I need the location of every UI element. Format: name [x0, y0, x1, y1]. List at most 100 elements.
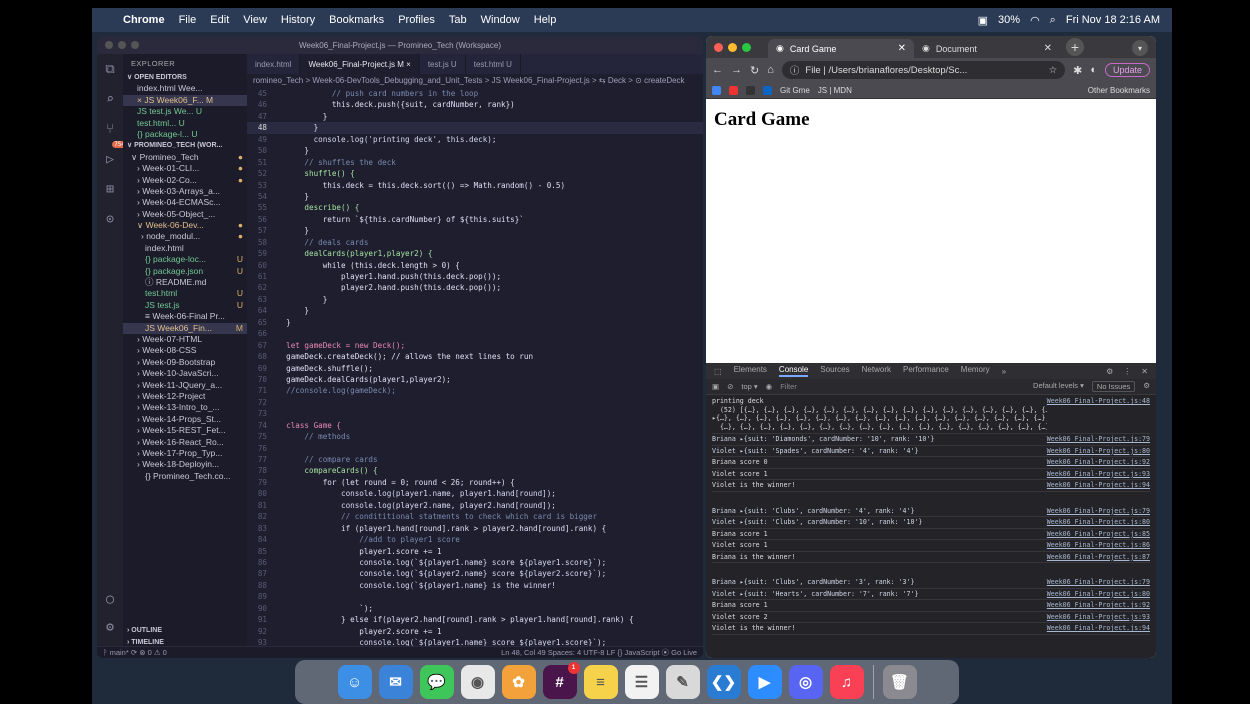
console-source-link[interactable]: Week06_Final-Project.js:94 [1047, 624, 1150, 632]
spotlight-icon[interactable]: ⌕ [1050, 14, 1056, 27]
bookmark-icon[interactable] [746, 85, 755, 95]
file-tree-item[interactable]: › Week-12-Project [123, 391, 247, 402]
vscode-icon[interactable]: ❮❯ [706, 665, 741, 699]
file-tree-item[interactable]: › node_modul... ● [123, 231, 247, 242]
menu-item-tab[interactable]: Tab [442, 14, 474, 26]
outline-section[interactable]: › OUTLINE [123, 625, 247, 636]
console-source-link[interactable]: Week06_Final-Project.js:86 [1047, 541, 1150, 549]
other-bookmarks[interactable]: Other Bookmarks [1088, 86, 1150, 95]
music-icon[interactable]: ♫ [829, 665, 864, 699]
search-icon[interactable]: ⌕ [97, 84, 123, 114]
address-bar[interactable]: ⓘ File | /Users/brianaflores/Desktop/Sc.… [781, 61, 1066, 79]
devtools-tab-performance[interactable]: Performance [903, 365, 949, 377]
console-source-link[interactable]: Week06_Final-Project.js:80 [1047, 518, 1150, 526]
inspect-icon[interactable]: ⬚ [714, 367, 722, 376]
file-tree-item[interactable]: JS Week06_Fin... M [123, 322, 247, 334]
extensions-puzzle-icon[interactable]: ✱ [1073, 64, 1082, 77]
menu-item-window[interactable]: Window [474, 14, 527, 26]
menu-item-view[interactable]: View [236, 14, 274, 26]
reminders-icon[interactable]: ☰ [624, 665, 659, 699]
home-icon[interactable]: ⌂ [767, 64, 774, 76]
file-tree-item[interactable]: › Week-09-Bootstrap [123, 357, 247, 368]
extensions-icon[interactable]: ⊞ [97, 174, 123, 204]
file-tree-item[interactable]: › Week-14-Props_St... [123, 414, 247, 425]
editor-tab[interactable]: test.js U [420, 54, 466, 74]
console-source-link[interactable]: Week06_Final-Project.js:79 [1047, 578, 1150, 586]
file-tree-item[interactable]: › Week-03-Arrays_a... [123, 186, 247, 197]
run-debug-icon[interactable]: ▷ [97, 144, 123, 174]
linkedin-bookmark-icon[interactable] [763, 85, 772, 95]
editor-tab[interactable]: test.html U [466, 54, 521, 74]
file-tree-item[interactable]: › Week-11-JQuery_a... [123, 380, 247, 391]
account-icon[interactable]: ◯ [97, 584, 123, 614]
textedit-icon[interactable]: ✎ [665, 665, 700, 699]
status-right[interactable]: Ln 48, Col 49 Spaces: 4 UTF-8 LF {} Java… [501, 647, 697, 658]
console-message-text[interactable]: Violet ▸{suit: 'Spades', cardNumber: '4'… [712, 447, 1047, 455]
file-tree-item[interactable]: › Week-10-JavaScri... [123, 368, 247, 379]
messages-icon[interactable]: 💬 [419, 665, 454, 699]
open-editor-item[interactable]: {} package-l... U [123, 129, 247, 140]
back-icon[interactable]: ← [712, 64, 723, 76]
browser-tab[interactable]: ◉ Document ✕ [914, 39, 1060, 58]
menu-item-history[interactable]: History [274, 14, 322, 26]
file-tree-item[interactable]: ≡ Week-06-Final Pr... [123, 311, 247, 322]
console-source-link[interactable]: Week06_Final-Project.js:85 [1047, 530, 1150, 538]
close-tab-icon[interactable]: ✕ [1044, 43, 1052, 54]
bookmark-git-game[interactable]: Git Gme [780, 86, 810, 95]
youtube-bookmark-icon[interactable] [729, 85, 738, 95]
devtools-tab-memory[interactable]: Memory [961, 365, 990, 377]
console-source-link[interactable]: Week06_Final-Project.js:93 [1047, 470, 1150, 478]
menu-item-help[interactable]: Help [527, 14, 564, 26]
trash-icon[interactable]: 🗑 [882, 665, 917, 699]
close-dot[interactable] [714, 43, 723, 52]
file-tree-item[interactable]: {} package.json U [123, 266, 247, 277]
bookmark-mdn[interactable]: JS | MDN [818, 86, 852, 95]
file-tree-item[interactable]: › Week-16-React_Ro... [123, 437, 247, 448]
file-tree-item[interactable]: test.html U [123, 288, 247, 299]
console-message-text[interactable]: Briana ▸{suit: 'Clubs', cardNumber: '3',… [712, 578, 1047, 586]
star-icon[interactable]: ☆ [1049, 65, 1058, 76]
context-select[interactable]: top ▾ [741, 382, 757, 391]
datetime[interactable]: Fri Nov 18 2:16 AM [1066, 14, 1160, 26]
file-tree-item[interactable]: › Week-17-Prop_Typ... [123, 448, 247, 459]
minimize-dot[interactable] [728, 43, 737, 52]
clear-console-icon[interactable]: ⊘ [727, 382, 733, 391]
console-source-link[interactable]: Week06_Final-Project.js:48 [1047, 397, 1150, 405]
open-editor-item[interactable]: test.html... U [123, 118, 247, 129]
chrome-icon[interactable]: ◉ [460, 665, 495, 699]
explorer-icon[interactable]: ⧉ [97, 54, 123, 84]
sidebar-toggle-icon[interactable]: ▣ [712, 382, 719, 391]
devtools-tab-sources[interactable]: Sources [820, 365, 849, 377]
devtools-tab-network[interactable]: Network [862, 365, 891, 377]
file-tree-item[interactable]: {} Promineo_Tech.co... [123, 471, 247, 482]
workspace-section[interactable]: ∨ PROMINEO_TECH (WOR... [123, 140, 247, 151]
console-source-link[interactable]: Week06_Final-Project.js:79 [1047, 507, 1150, 515]
file-tree-item[interactable]: JS test.js U [123, 300, 247, 311]
update-button[interactable]: Update [1104, 63, 1150, 77]
open-editors-section[interactable]: ∨ OPEN EDITORS [123, 72, 247, 83]
devtools-tab-console[interactable]: Console [778, 365, 809, 377]
kebab-menu-icon[interactable]: ⋮ [1123, 367, 1131, 376]
file-tree-item[interactable]: › Week-04-ECMASc... [123, 197, 247, 208]
photos-icon[interactable]: ✿ [501, 665, 536, 699]
source-control-icon[interactable]: ⑂ 754 [97, 114, 127, 148]
console-message-text[interactable]: Violet ▸{suit: 'Hearts', cardNumber: '7'… [712, 590, 1047, 598]
console-source-link[interactable]: Week06_Final-Project.js:79 [1047, 435, 1150, 443]
zoom-dot[interactable] [131, 41, 139, 49]
console-source-link[interactable]: Week06_Final-Project.js:80 [1047, 447, 1150, 455]
notes-icon[interactable]: ≡ [583, 665, 618, 699]
editor-tab[interactable]: index.html [247, 54, 301, 74]
close-tab-icon[interactable]: ✕ [898, 43, 906, 54]
gear-icon[interactable]: ⚙ [97, 612, 123, 642]
remote-explorer-icon[interactable]: ⊙ [97, 204, 123, 234]
minimize-dot[interactable] [118, 41, 126, 49]
file-tree-item[interactable]: › Week-15-REST_Fet... [123, 425, 247, 436]
file-tree-item[interactable]: ⓘ README.md [123, 277, 247, 288]
profile-avatar[interactable]: ◐ [1090, 64, 1097, 76]
menu-item-edit[interactable]: Edit [203, 14, 236, 26]
issues-button[interactable]: No Issues [1091, 381, 1136, 392]
google-bookmark-icon[interactable] [712, 85, 721, 95]
slack-icon[interactable]: #1 [542, 662, 580, 699]
file-tree-item[interactable]: {} package-loc... U [123, 254, 247, 265]
file-tree-item[interactable]: › Week-18-Deployin... [123, 459, 247, 470]
